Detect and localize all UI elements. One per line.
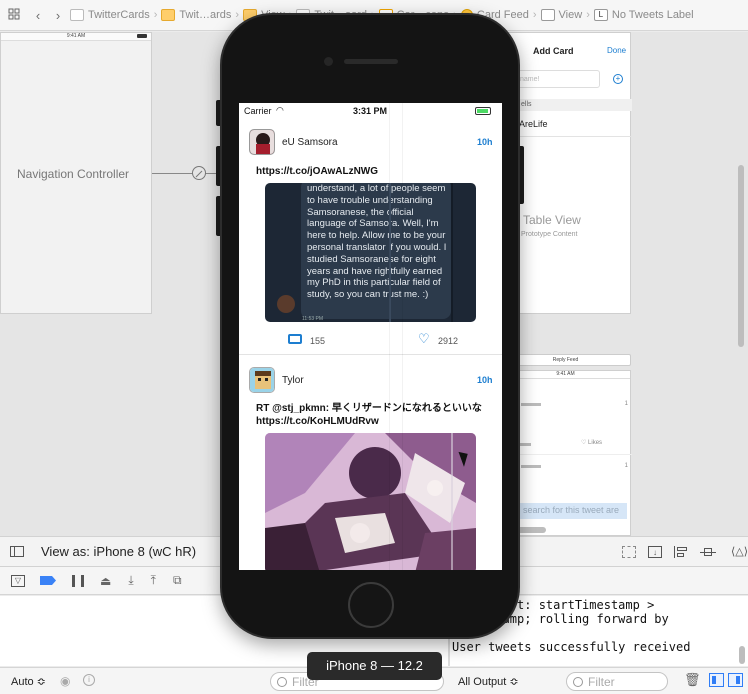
reply-cell-2: 1 — [501, 457, 632, 497]
reply-blurred-text: search for this tweet are — [519, 503, 627, 519]
embed-in-icon[interactable] — [622, 545, 636, 558]
home-button[interactable] — [348, 582, 394, 628]
tweet-text[interactable]: RT @stj_pkmn: 早くリザードンになれるといいな https://t.… — [256, 402, 491, 428]
image-stripe — [451, 183, 453, 322]
step-over-icon[interactable]: ⏏ — [100, 574, 111, 588]
placeholder-text-line — [521, 403, 541, 406]
show-variables-view-icon[interactable] — [709, 673, 724, 687]
heart-icon: ♡ — [581, 440, 589, 446]
tweet-author: eU Samsora — [282, 137, 338, 148]
carrier-label: Carrier — [244, 106, 272, 116]
like-count: 2912 — [438, 336, 459, 346]
table-view-label: Table View — [523, 213, 581, 227]
add-card-row[interactable]: AreLife — [501, 113, 632, 137]
tweet-image-caption: understand, a lot of people seem to have… — [307, 183, 447, 301]
pause-icon[interactable] — [72, 574, 84, 587]
eye-icon[interactable]: ◉ — [60, 674, 70, 688]
battery-icon — [137, 34, 147, 38]
vertical-scrollbar[interactable] — [738, 165, 744, 347]
label-icon: L — [593, 9, 608, 21]
illustration-image — [265, 433, 476, 570]
sidebar-toggle-icon[interactable] — [10, 546, 24, 557]
info-icon[interactable]: i — [83, 674, 95, 686]
reply-cell-1: 1 ♡ Likes — [501, 395, 632, 455]
retweet-count: 155 — [310, 336, 326, 346]
guide-line — [389, 103, 390, 570]
filter-icon — [573, 676, 583, 687]
output-selector[interactable]: All Output ≎ — [458, 675, 519, 688]
add-card-text-field[interactable]: name! — [515, 70, 600, 88]
console-line: User tweets successfully received — [452, 640, 691, 654]
folder-icon — [161, 9, 176, 21]
reply-count: 1 — [624, 401, 628, 407]
step-out-icon[interactable]: ⤒ — [151, 573, 156, 588]
battery-icon — [475, 107, 491, 115]
device-tooltip: iPhone 8 — 12.2 — [307, 652, 442, 680]
tweet-cell[interactable]: eU Samsora 10h https://t.co/jOAwALzNWG u… — [239, 121, 502, 355]
resolve-issues-icon[interactable]: ⟨△⟩ — [728, 546, 748, 558]
back-arrow-icon[interactable]: ‹ — [28, 8, 48, 23]
phone-screen: Carrier ◠ 3:31 PM eU Samsora 10h https:/… — [239, 103, 502, 570]
filter-icon — [277, 676, 287, 687]
forward-arrow-icon[interactable]: › — [48, 8, 68, 23]
navigation-controller-scene[interactable]: 9:41 AM Navigation Controller — [0, 32, 152, 314]
grid-icon[interactable] — [4, 8, 24, 23]
mini-status-bar: 9:41 AM — [501, 371, 630, 379]
avatar — [277, 295, 295, 313]
breadcrumb-project[interactable]: TwitterCards — [68, 9, 150, 21]
wifi-icon: ◠ — [276, 105, 284, 115]
phone-camera — [324, 57, 333, 66]
likes-label: ♡ Likes — [581, 440, 603, 446]
view-as-label[interactable]: View as: iPhone 8 (wC hR) — [41, 544, 196, 559]
view-icon — [540, 9, 555, 21]
status-time: 3:31 PM — [353, 106, 388, 116]
nav-controller-label: Navigation Controller — [17, 167, 130, 181]
avatar[interactable] — [249, 129, 275, 155]
add-card-section-header: ells — [501, 99, 632, 111]
guide-line — [402, 103, 403, 570]
add-card-done-button[interactable]: Done — [607, 46, 626, 55]
segue-icon[interactable] — [192, 166, 206, 180]
show-console-view-icon[interactable] — [728, 673, 743, 687]
heart-icon[interactable]: ♡ — [418, 331, 430, 347]
add-constraints-icon[interactable] — [700, 546, 716, 558]
breadcrumb-view[interactable]: View — [539, 9, 582, 21]
placeholder-text-line — [521, 465, 541, 468]
breadcrumb-label[interactable]: L No Tweets Label — [592, 9, 694, 21]
tweet-timestamp: 10h — [477, 375, 493, 385]
reply-count: 1 — [624, 463, 628, 469]
prototype-content-label: Prototype Content — [521, 231, 578, 238]
avatar[interactable] — [249, 367, 275, 393]
breakpoints-icon[interactable] — [40, 576, 56, 585]
retweet-icon[interactable] — [288, 334, 302, 344]
console-filter-field[interactable]: Filter — [566, 672, 668, 691]
tweet-image[interactable] — [265, 433, 476, 570]
phone-speaker — [344, 59, 398, 64]
tweet-image-time: 11:53 PM — [302, 316, 324, 322]
update-frames-icon[interactable]: ↓ — [648, 545, 662, 558]
trash-icon[interactable]: 🗑 — [684, 672, 701, 688]
hide-debug-area-icon[interactable]: ▽ — [11, 574, 25, 587]
align-icon[interactable] — [674, 545, 688, 558]
view-debugger-icon[interactable]: ⧉ — [173, 573, 182, 588]
tweet-text[interactable]: https://t.co/jOAwALzNWG — [256, 165, 378, 178]
placeholder-text-line — [519, 443, 531, 446]
step-into-icon[interactable]: ⤓ — [128, 573, 133, 588]
tweet-image[interactable]: understand, a lot of people seem to have… — [265, 183, 476, 322]
tweet-timestamp: 10h — [477, 137, 493, 147]
mini-status-bar: 9:41 AM — [1, 33, 151, 41]
status-bar: Carrier ◠ 3:31 PM — [239, 103, 502, 121]
tweet-author: Tylor — [282, 375, 304, 386]
console-scrollbar[interactable] — [739, 646, 745, 664]
add-icon[interactable]: + — [613, 74, 623, 84]
auto-variables-popup[interactable]: Auto ≎ — [11, 675, 46, 688]
add-card-title: Add Card — [533, 46, 574, 56]
breadcrumb-group[interactable]: Twit…ards — [159, 9, 231, 21]
project-icon — [70, 9, 84, 21]
